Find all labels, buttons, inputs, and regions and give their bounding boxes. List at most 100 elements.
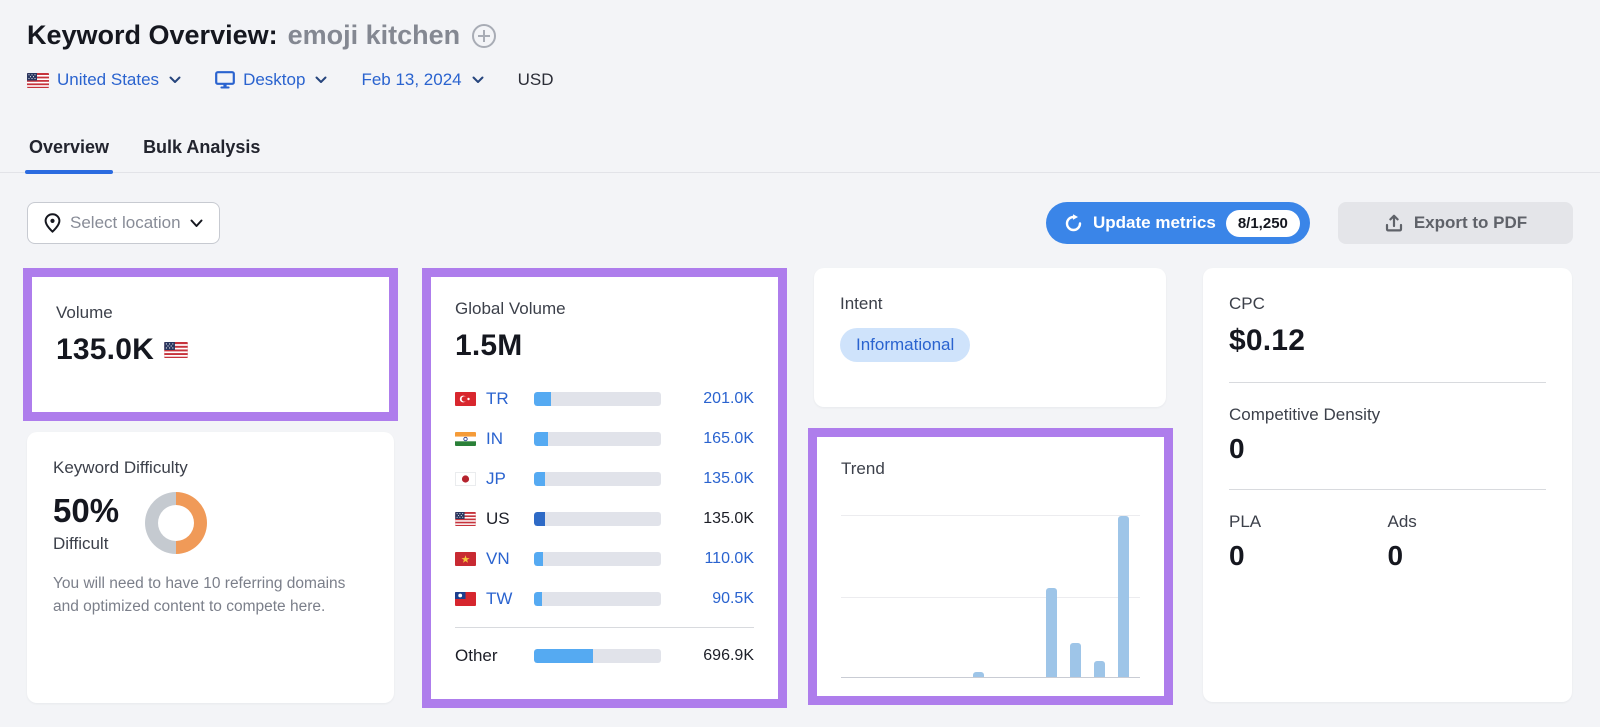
global-volume-value: 1.5M	[455, 329, 523, 362]
country-code: US	[486, 509, 510, 528]
export-to-pdf-label: Export to PDF	[1413, 213, 1528, 232]
volume-value: 135.0K	[56, 333, 154, 366]
chevron-down-icon	[315, 76, 327, 84]
global-volume-label: Global Volume	[455, 299, 566, 318]
keyword-difficulty-card: Keyword Difficulty 50% Difficult You wil…	[27, 432, 394, 703]
volume-bar	[534, 592, 661, 606]
trend-card-highlight: Trend	[808, 428, 1173, 705]
country-filter[interactable]: United States	[27, 70, 181, 90]
chevron-down-icon	[472, 76, 484, 84]
update-count-badge: 8/1,250	[1225, 209, 1300, 237]
other-volume-value: 696.9K	[703, 647, 754, 664]
location-pin-icon	[44, 213, 61, 233]
country-row-jp: JP 135.0K	[455, 459, 754, 499]
ads-label: Ads	[1387, 512, 1417, 531]
country-row-tr: TR 201.0K	[455, 379, 754, 419]
ads-value: 0	[1387, 540, 1404, 571]
export-icon	[1384, 213, 1404, 233]
divider	[1229, 382, 1546, 383]
country-volume-value[interactable]: 135.0K	[703, 470, 754, 488]
select-location-label: Select location	[70, 213, 181, 232]
keyword-text: emoji kitchen	[287, 20, 461, 50]
volume-bar	[534, 392, 661, 406]
tr-flag-icon	[455, 392, 476, 406]
country-row-tw: TW 90.5K	[455, 579, 754, 619]
chevron-down-icon	[169, 76, 181, 84]
country-code-link[interactable]: IN	[486, 429, 530, 449]
volume-bar	[534, 649, 661, 663]
competitive-density-value: 0	[1229, 433, 1245, 464]
country-row-us: US 135.0K	[455, 499, 754, 539]
country-volume-value[interactable]: 90.5K	[712, 590, 754, 608]
in-flag-icon	[455, 432, 476, 446]
add-keyword-icon[interactable]	[472, 23, 497, 48]
intent-label: Intent	[840, 294, 883, 313]
volume-bar	[534, 432, 661, 446]
volume-card-highlight: Volume 135.0K	[23, 268, 398, 421]
keyword-difficulty-label: Keyword Difficulty	[53, 458, 188, 477]
volume-bar	[534, 472, 661, 486]
volume-bar	[534, 512, 661, 526]
update-metrics-label: Update metrics	[1093, 213, 1216, 232]
trend-bars	[841, 516, 1140, 677]
device-filter-label: Desktop	[243, 70, 306, 89]
keyword-difficulty-value: 50%	[53, 492, 120, 529]
device-filter[interactable]: Desktop	[215, 70, 327, 90]
trend-bar	[1094, 660, 1106, 677]
country-row-vn: VN 110.0K	[455, 539, 754, 579]
country-filter-label: United States	[57, 70, 160, 89]
trend-bar	[1045, 588, 1057, 677]
intent-badge[interactable]: Informational	[840, 328, 971, 362]
difficulty-donut-chart	[145, 492, 208, 554]
country-code-link[interactable]: JP	[486, 469, 530, 489]
divider	[455, 627, 754, 628]
us-flag-icon	[27, 72, 49, 88]
trend-bar	[972, 672, 984, 677]
export-to-pdf-button[interactable]: Export to PDF	[1338, 202, 1573, 244]
trend-label: Trend	[841, 459, 885, 478]
cpc-card: CPC $0.12 Competitive Density 0 PLA 0 Ad…	[1203, 268, 1572, 702]
toolbar: Select location Update metrics 8/1,250 E…	[0, 202, 1600, 244]
update-metrics-button[interactable]: Update metrics 8/1,250	[1046, 202, 1310, 244]
filter-bar: United States Desktop Feb 13, 2024 USD	[27, 70, 554, 90]
keyword-overview-page: Keyword Overview: emoji kitchen United S…	[0, 0, 1600, 727]
trend-bar	[1069, 643, 1081, 677]
trend-bar-chart	[841, 515, 1140, 678]
other-label: Other	[455, 646, 498, 665]
pla-ads-row: PLA 0 Ads 0	[1229, 512, 1546, 572]
competitive-density-label: Competitive Density	[1229, 405, 1381, 424]
country-row-other: Other 696.9K	[455, 636, 754, 676]
vn-flag-icon	[455, 552, 476, 566]
country-code-link[interactable]: TR	[486, 389, 530, 409]
country-volume-value[interactable]: 201.0K	[703, 390, 754, 408]
tab-bar: Overview Bulk Analysis	[0, 133, 1600, 174]
tab-bulk-analysis[interactable]: Bulk Analysis	[141, 133, 262, 172]
country-code-link[interactable]: VN	[486, 549, 530, 569]
country-code-link[interactable]: TW	[486, 589, 530, 609]
country-volume-value[interactable]: 110.0K	[704, 550, 754, 568]
intent-card: Intent Informational	[814, 268, 1166, 407]
desktop-icon	[215, 71, 235, 89]
us-flag-icon	[164, 342, 188, 358]
keyword-difficulty-level: Difficult	[53, 534, 109, 553]
page-header: Keyword Overview: emoji kitchen	[27, 20, 497, 51]
jp-flag-icon	[455, 472, 476, 486]
date-filter[interactable]: Feb 13, 2024	[361, 70, 484, 90]
divider	[1229, 489, 1546, 490]
keyword-difficulty-description: You will need to have 10 referring domai…	[53, 575, 346, 616]
chevron-down-icon	[190, 219, 203, 228]
cpc-label: CPC	[1229, 294, 1265, 313]
pla-value: 0	[1229, 540, 1245, 571]
tw-flag-icon	[455, 592, 476, 606]
country-volume-value: 135.0K	[703, 510, 754, 527]
country-row-in: IN 165.0K	[455, 419, 754, 459]
volume-label: Volume	[56, 303, 113, 322]
select-location-dropdown[interactable]: Select location	[27, 202, 220, 244]
global-volume-card: Global Volume 1.5M TR 201.0K IN 165.0K J…	[431, 277, 778, 699]
tab-overview[interactable]: Overview	[24, 133, 114, 174]
volume-bar	[534, 552, 661, 566]
pla-label: PLA	[1229, 512, 1262, 531]
currency-label: USD	[517, 70, 554, 89]
refresh-icon	[1064, 213, 1083, 233]
country-volume-value[interactable]: 165.0K	[703, 430, 754, 448]
